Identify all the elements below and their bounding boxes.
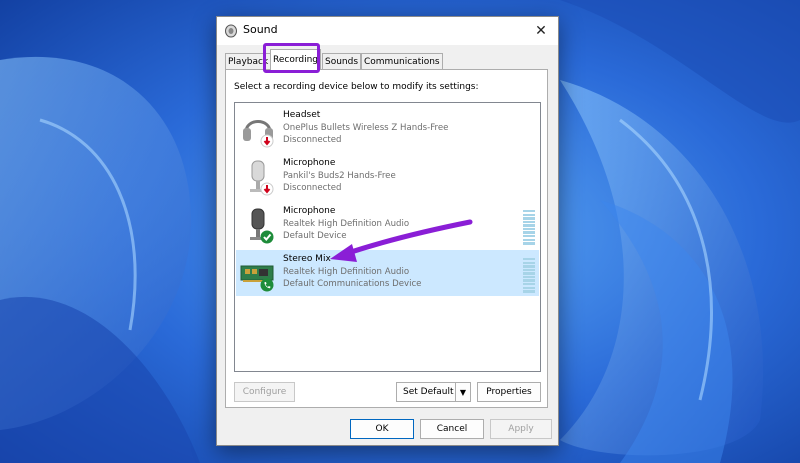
device-description: Realtek High Definition Audio xyxy=(283,218,410,229)
recording-tab-highlight xyxy=(263,43,320,73)
list-item-headset[interactable]: Headset OnePlus Bullets Wireless Z Hands… xyxy=(236,106,539,152)
sound-dialog: Sound ✕ Playback Recording Sounds Commun… xyxy=(216,16,559,446)
headset-icon xyxy=(243,120,274,148)
cancel-button[interactable]: Cancel xyxy=(420,419,484,439)
device-name: Headset xyxy=(283,110,321,120)
device-name: Microphone xyxy=(283,206,336,216)
level-meter xyxy=(523,210,535,246)
chevron-down-icon[interactable]: ▼ xyxy=(455,383,470,401)
device-description: OnePlus Bullets Wireless Z Hands-Free xyxy=(283,122,449,133)
list-item-microphone-buds[interactable]: Microphone Pankil's Buds2 Hands-Free Dis… xyxy=(236,154,539,200)
instruction-text: Select a recording device below to modif… xyxy=(234,82,479,92)
device-name: Microphone xyxy=(283,158,336,168)
configure-button[interactable]: Configure xyxy=(234,382,295,402)
close-button[interactable]: ✕ xyxy=(524,17,558,45)
set-default-button[interactable]: Set Default ▼ xyxy=(396,382,471,402)
microphone-icon xyxy=(250,160,274,196)
sound-card-icon xyxy=(240,265,274,292)
tab-communications[interactable]: Communications xyxy=(361,53,443,69)
ok-button[interactable]: OK xyxy=(350,419,414,439)
list-item-stereo-mix[interactable]: Stereo Mix Realtek High Definition Audio… xyxy=(236,250,539,296)
device-description: Pankil's Buds2 Hands-Free xyxy=(283,170,396,181)
tab-sounds[interactable]: Sounds xyxy=(322,53,362,69)
recording-panel: Select a recording device below to modif… xyxy=(225,69,548,408)
device-status: Disconnected xyxy=(283,135,342,145)
speaker-icon xyxy=(225,24,237,38)
device-status: Disconnected xyxy=(283,183,342,193)
device-description: Realtek High Definition Audio xyxy=(283,266,410,277)
microphone-icon xyxy=(250,208,274,244)
title-bar[interactable]: Sound ✕ xyxy=(217,17,558,45)
device-name: Stereo Mix xyxy=(283,254,331,264)
close-icon: ✕ xyxy=(535,23,547,39)
set-default-label: Set Default xyxy=(403,387,454,397)
level-meter xyxy=(523,258,535,294)
device-status: Default Communications Device xyxy=(283,279,422,289)
properties-button[interactable]: Properties xyxy=(477,382,541,402)
device-status: Default Device xyxy=(283,231,347,241)
list-item-microphone-realtek[interactable]: Microphone Realtek High Definition Audio… xyxy=(236,202,539,248)
window-title: Sound xyxy=(243,23,278,36)
device-list[interactable]: Headset OnePlus Bullets Wireless Z Hands… xyxy=(234,102,541,372)
apply-button[interactable]: Apply xyxy=(490,419,552,439)
